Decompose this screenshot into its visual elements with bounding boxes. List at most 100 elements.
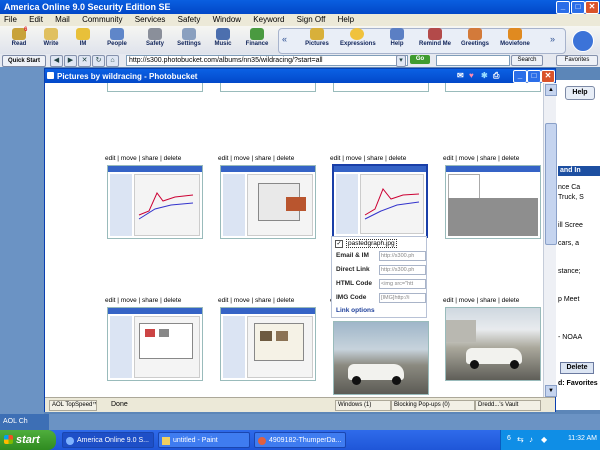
img-code-field[interactable]: [IMG]http://i xyxy=(379,293,426,303)
toolbar-pictures-button[interactable]: Pictures xyxy=(300,28,334,47)
toolbar-expressions-button[interactable]: Expressions xyxy=(340,28,376,47)
photo-thumbnail[interactable] xyxy=(445,307,541,381)
toolbar-write-button[interactable]: Write xyxy=(34,28,68,47)
menu-community[interactable]: Community xyxy=(78,14,128,24)
photo-thumbnail[interactable] xyxy=(220,307,316,381)
vertical-scrollbar[interactable]: ▲ ▼ xyxy=(543,83,557,397)
delete-button[interactable]: Delete xyxy=(560,362,594,374)
background-text-line[interactable]: nce Ca xyxy=(558,184,580,191)
move-link[interactable]: move xyxy=(234,297,250,304)
toolbar-help-button[interactable]: Help xyxy=(380,28,414,47)
toolbar-im-button[interactable]: IM xyxy=(66,28,100,47)
popup-blocker-status[interactable]: Blocking Pop-ups (0) xyxy=(391,400,475,411)
taskbar-item-paint[interactable]: untitled - Paint xyxy=(158,432,250,448)
scroll-left-icon[interactable]: « xyxy=(282,34,287,44)
move-link[interactable]: move xyxy=(459,297,475,304)
back-arrow-icon[interactable]: ◀ xyxy=(50,55,63,67)
delete-link[interactable]: delete xyxy=(277,155,295,162)
photo-thumbnail[interactable] xyxy=(445,83,541,92)
background-text-line[interactable]: Truck, S xyxy=(558,194,584,201)
search-input[interactable] xyxy=(436,55,510,66)
menu-safety[interactable]: Safety xyxy=(174,14,207,24)
help-button[interactable]: Help xyxy=(565,86,595,100)
toolbar-settings-button[interactable]: Settings xyxy=(172,28,206,47)
photo-thumbnail[interactable] xyxy=(220,165,316,239)
tray-count[interactable]: 6 xyxy=(507,435,511,442)
photo-thumbnail-selected[interactable] xyxy=(332,164,428,238)
menu-keyword[interactable]: Keyword xyxy=(249,14,290,24)
email-im-field[interactable]: http://s300.ph xyxy=(379,251,426,261)
background-text-line[interactable]: p Meet xyxy=(558,296,579,303)
security-icon[interactable]: ◆ xyxy=(541,435,547,444)
edit-link[interactable]: edit xyxy=(443,297,453,304)
minimize-button[interactable]: _ xyxy=(556,1,570,14)
link-options-link[interactable]: Link options xyxy=(336,307,375,314)
running-man-icon[interactable]: ✱ xyxy=(481,71,488,80)
toolbar-moviefone-button[interactable]: Moviefone xyxy=(498,28,532,47)
photo-thumbnail[interactable] xyxy=(445,165,541,239)
move-link[interactable]: move xyxy=(234,155,250,162)
scroll-up-icon[interactable]: ▲ xyxy=(545,84,557,96)
edit-link[interactable]: edit xyxy=(218,297,228,304)
move-link[interactable]: move xyxy=(459,155,475,162)
delete-link[interactable]: delete xyxy=(164,297,182,304)
taskbar-item-aol[interactable]: America Online 9.0 S... xyxy=(62,432,154,448)
aol-logo-icon[interactable] xyxy=(572,30,594,52)
toolbar-greetings-button[interactable]: Greetings xyxy=(458,28,492,47)
share-link[interactable]: share xyxy=(480,155,496,162)
forward-arrow-icon[interactable]: ▶ xyxy=(64,55,77,67)
refresh-icon[interactable]: ↻ xyxy=(92,55,105,67)
scrollbar-thumb[interactable] xyxy=(545,123,557,245)
delete-link[interactable]: delete xyxy=(502,155,520,162)
menu-help[interactable]: Help xyxy=(334,14,360,24)
vault-button[interactable]: Dredd...'s Vault xyxy=(475,400,541,411)
photo-thumbnail[interactable] xyxy=(107,307,203,381)
edit-link[interactable]: edit xyxy=(105,155,115,162)
email-icon[interactable]: ✉ xyxy=(457,71,464,80)
address-dropdown-icon[interactable]: ▾ xyxy=(396,55,406,67)
scroll-down-icon[interactable]: ▼ xyxy=(545,385,557,397)
edit-link[interactable]: edit xyxy=(218,155,228,162)
maximize-button[interactable]: □ xyxy=(571,1,585,14)
close-button[interactable]: ✕ xyxy=(585,1,599,14)
toolbar-finance-button[interactable]: Finance xyxy=(240,28,274,47)
inner-minimize-button[interactable]: _ xyxy=(513,70,527,83)
heart-icon[interactable]: ♥ xyxy=(469,71,474,80)
share-link[interactable]: share xyxy=(142,297,158,304)
background-text-line[interactable]: - NOAA xyxy=(558,334,582,341)
aol-chat-tab[interactable]: AOL Ch xyxy=(0,414,49,430)
toolbar-people-button[interactable]: People xyxy=(100,28,134,47)
quick-start-button[interactable]: Quick Start xyxy=(2,55,46,67)
background-text-line[interactable]: cars, a xyxy=(558,240,579,247)
edit-link[interactable]: edit xyxy=(443,155,453,162)
select-checkbox[interactable]: ✓ xyxy=(335,240,343,248)
share-link[interactable]: share xyxy=(142,155,158,162)
toolbar-remind-me-button[interactable]: Remind Me xyxy=(418,28,452,47)
volume-icon[interactable]: ♪ xyxy=(529,435,533,444)
network-icon[interactable]: ⇆ xyxy=(517,435,524,444)
photo-thumbnail[interactable] xyxy=(333,83,429,92)
search-button[interactable]: Search xyxy=(511,55,543,66)
toolbar-music-button[interactable]: Music xyxy=(206,28,240,47)
background-text-line[interactable]: ill Scree xyxy=(558,222,583,229)
stop-icon[interactable]: ✕ xyxy=(78,55,91,67)
share-link[interactable]: share xyxy=(255,155,271,162)
move-link[interactable]: move xyxy=(346,155,362,162)
edit-link[interactable]: edit xyxy=(105,297,115,304)
topspeed-indicator[interactable]: AOL TopSpeed™ xyxy=(49,400,97,411)
favorites-button[interactable]: Favorites xyxy=(556,55,598,66)
move-link[interactable]: move xyxy=(121,297,137,304)
scroll-right-icon[interactable]: » xyxy=(550,34,555,44)
background-text-line[interactable]: stance; xyxy=(558,268,581,275)
address-input[interactable]: http://s300.photobucket.com/albums/nn35/… xyxy=(126,55,408,66)
share-link[interactable]: share xyxy=(367,155,383,162)
toolbar-read-button[interactable]: Read 6 xyxy=(2,27,36,47)
share-link[interactable]: share xyxy=(480,297,496,304)
menu-sign-off[interactable]: Sign Off xyxy=(293,14,332,24)
menu-services[interactable]: Services xyxy=(131,14,172,24)
photo-thumbnail[interactable] xyxy=(220,83,316,92)
direct-link-field[interactable]: http://s300.ph xyxy=(379,265,426,275)
menu-window[interactable]: Window xyxy=(209,14,247,24)
share-link[interactable]: share xyxy=(255,297,271,304)
move-link[interactable]: move xyxy=(121,155,137,162)
